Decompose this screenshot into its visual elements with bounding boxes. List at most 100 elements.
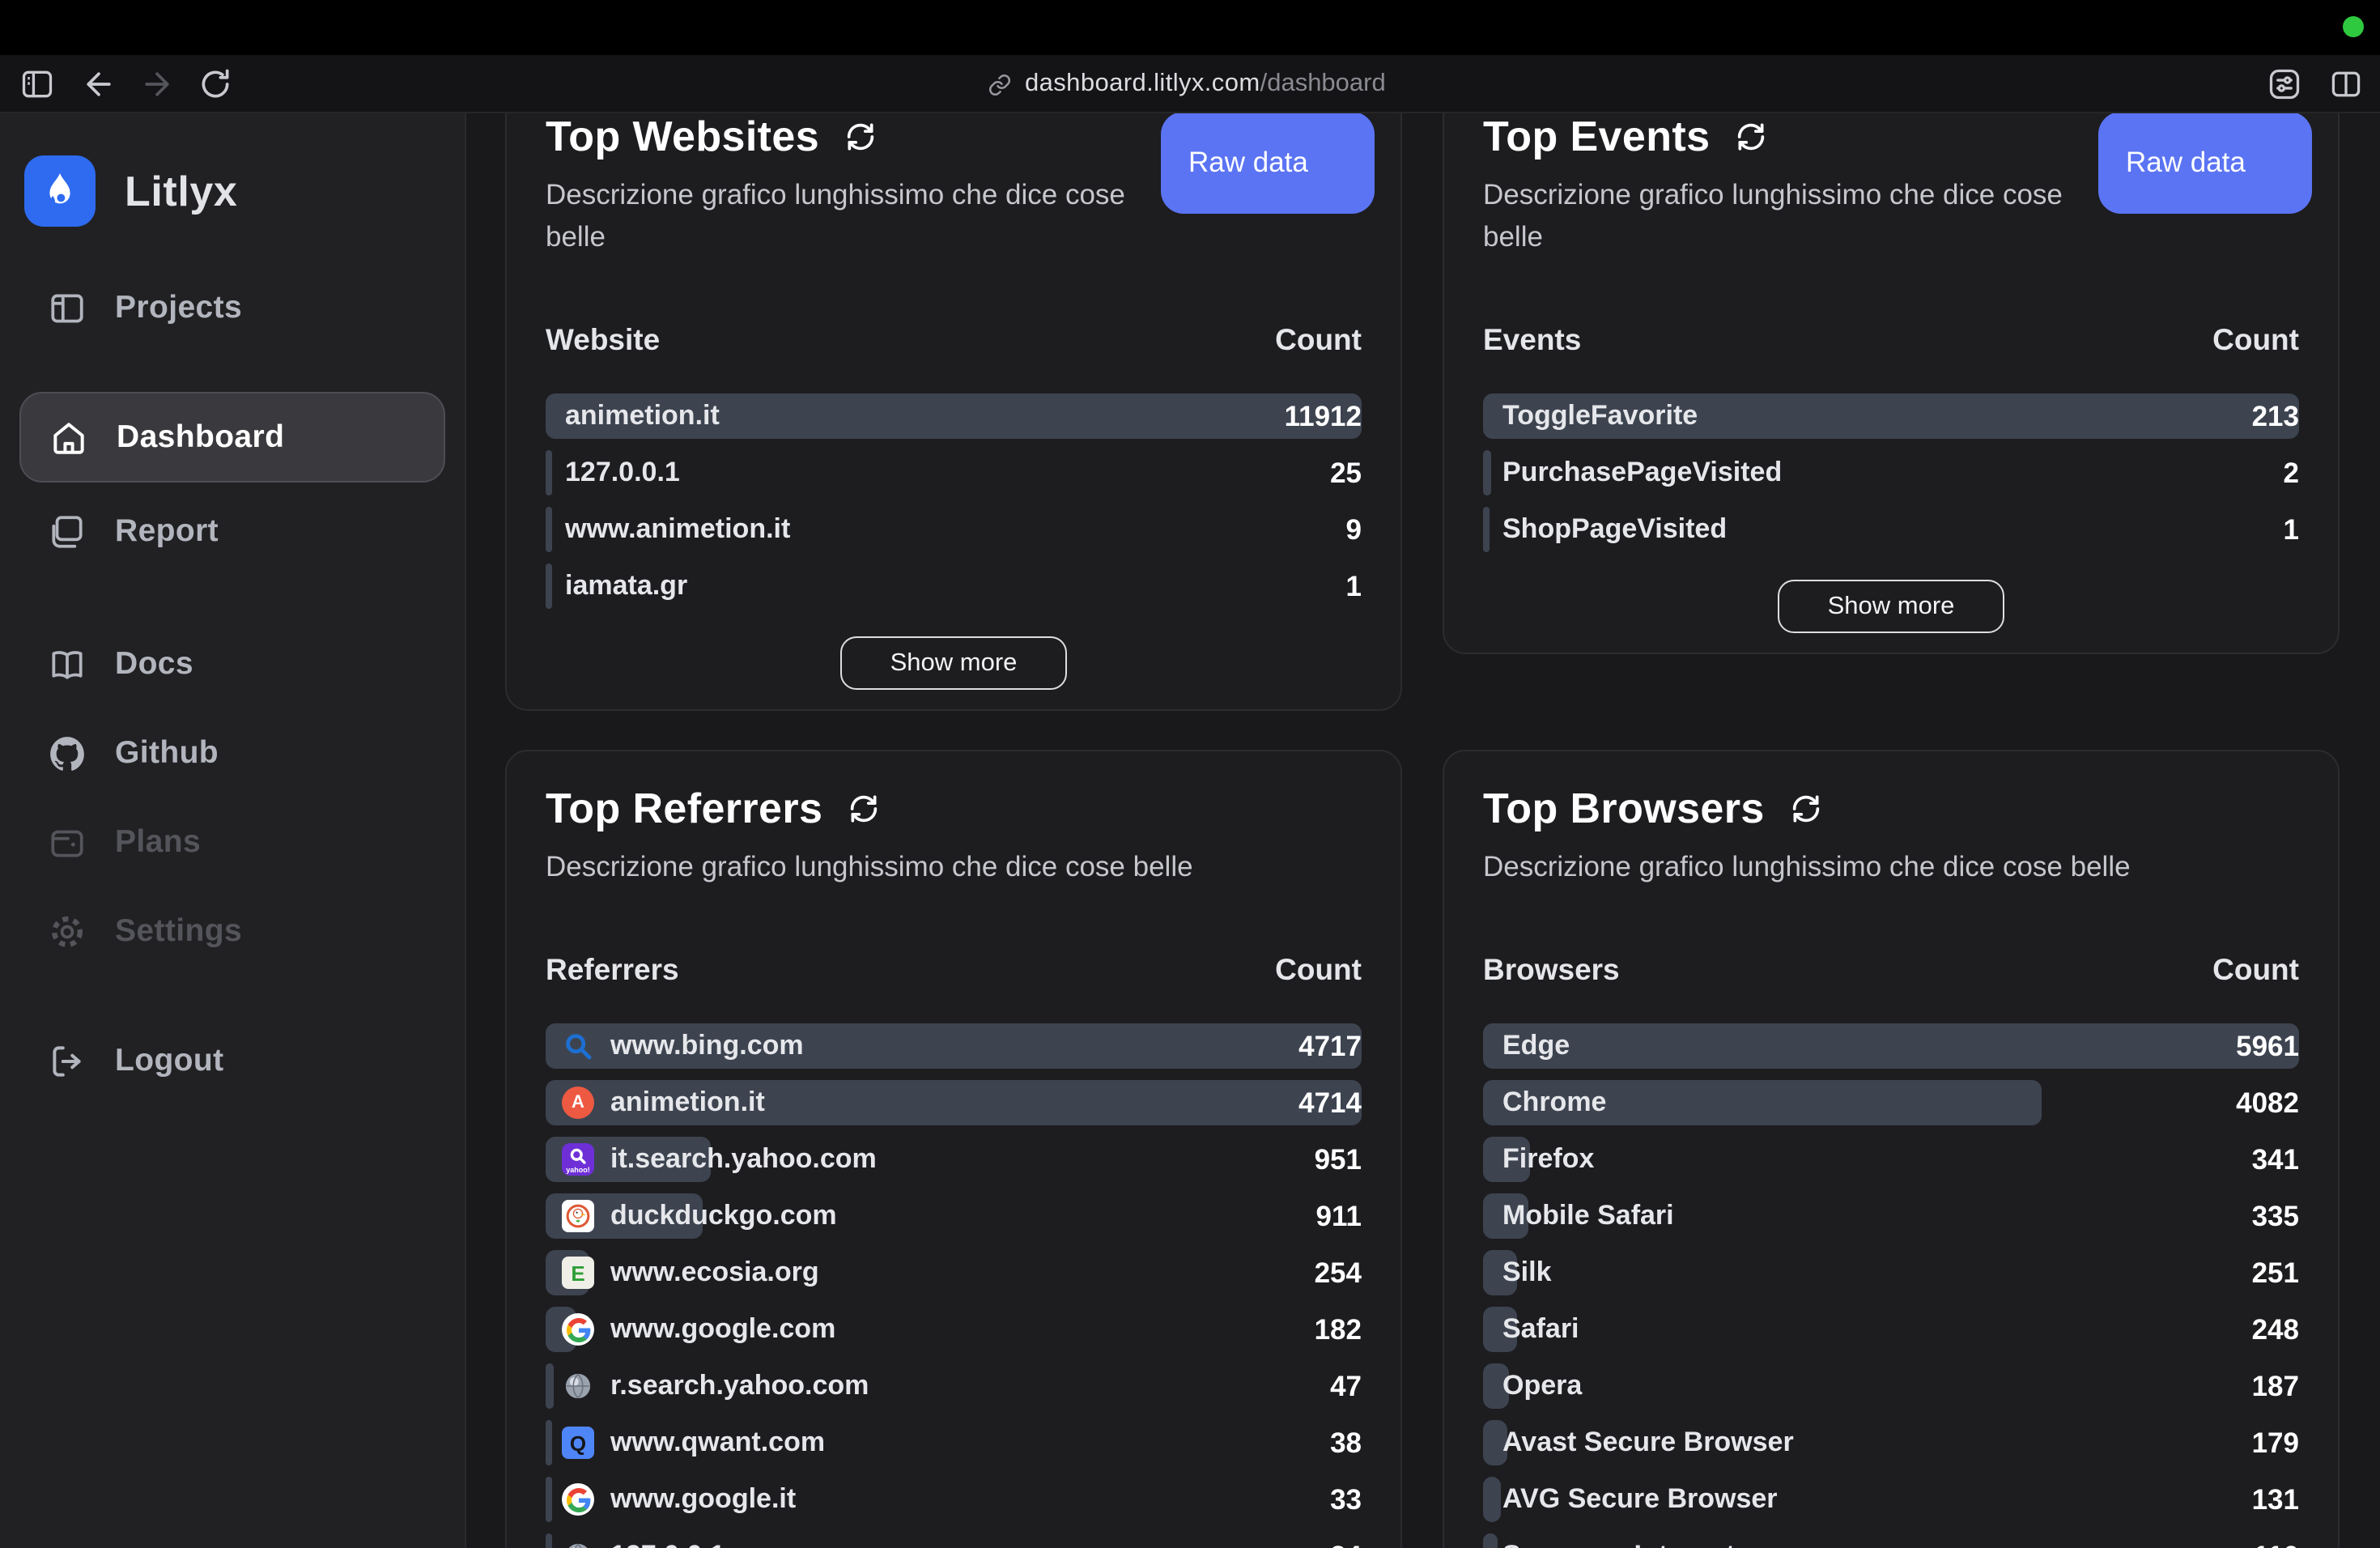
row-label: www.qwant.com bbox=[546, 1420, 825, 1465]
tune-icon[interactable] bbox=[2267, 66, 2302, 102]
sidebar-item-projects[interactable]: Projects bbox=[19, 262, 445, 353]
refresh-icon[interactable] bbox=[1734, 119, 1768, 153]
count-header: Count bbox=[1275, 322, 1362, 361]
table-row: yahoo!it.search.yahoo.com951 bbox=[546, 1137, 1362, 1182]
row-count: 213 bbox=[2252, 393, 2299, 439]
row-count: 110 bbox=[2254, 1533, 2299, 1548]
row-count: 9 bbox=[1346, 507, 1362, 552]
table-row: Qwww.qwant.com38 bbox=[546, 1420, 1362, 1465]
card-description: Descrizione grafico lunghissimo che dice… bbox=[546, 845, 1362, 887]
row-count: 4714 bbox=[1298, 1080, 1362, 1125]
screen: dashboard.litlyx.com/dashboard bbox=[0, 0, 2380, 1548]
row-label: www.ecosia.org bbox=[546, 1250, 819, 1295]
row-label: Silk bbox=[1483, 1250, 1552, 1295]
window-titlebar bbox=[0, 0, 2380, 55]
row-label: animetion.it bbox=[546, 1080, 765, 1125]
address-bar[interactable]: dashboard.litlyx.com/dashboard bbox=[988, 55, 1386, 113]
row-count: 4082 bbox=[2236, 1080, 2299, 1125]
table-row: PurchasePageVisited2 bbox=[1483, 450, 2299, 495]
reload-icon[interactable] bbox=[198, 66, 233, 102]
count-bar bbox=[1483, 1023, 2299, 1069]
row-count: 254 bbox=[1315, 1250, 1362, 1295]
projects-panel-icon bbox=[47, 287, 87, 328]
sidebar-item-docs[interactable]: Docs bbox=[19, 619, 445, 709]
sidebar-item-label: Settings bbox=[115, 912, 242, 950]
row-label: ShopPageVisited bbox=[1483, 507, 1727, 552]
sidebar: Litlyx Projects Dashboard bbox=[0, 113, 466, 1548]
refresh-icon[interactable] bbox=[844, 119, 878, 153]
split-view-icon[interactable] bbox=[2328, 66, 2364, 102]
brand-name: Litlyx bbox=[125, 166, 237, 216]
count-header: Count bbox=[1275, 952, 1362, 991]
row-label: duckduckgo.com bbox=[546, 1193, 837, 1239]
report-copy-icon bbox=[47, 511, 87, 551]
raw-data-button[interactable]: Raw data bbox=[1161, 113, 1375, 214]
row-label: 127.0.0.1 bbox=[546, 450, 680, 495]
flame-icon bbox=[37, 168, 83, 214]
row-count: 38 bbox=[1330, 1420, 1362, 1465]
wallet-icon bbox=[47, 822, 87, 862]
column-header: Website bbox=[546, 322, 660, 361]
table-row: Aanimetion.it4714 bbox=[546, 1080, 1362, 1125]
row-count: 248 bbox=[2252, 1307, 2299, 1352]
table-row: Safari 248 bbox=[1483, 1307, 2299, 1352]
refresh-icon[interactable] bbox=[1789, 791, 1823, 825]
home-icon bbox=[49, 417, 89, 457]
card-description: Descrizione grafico lunghissimo che dice… bbox=[1483, 173, 2127, 257]
refresh-icon[interactable] bbox=[847, 791, 881, 825]
raw-data-button[interactable]: Raw data bbox=[2098, 113, 2312, 214]
cards-grid: Top Websites Raw data Descrizione grafic… bbox=[505, 113, 2340, 1548]
sidebar-toggle-icon[interactable] bbox=[19, 66, 55, 102]
row-label: AVG Secure Browser bbox=[1483, 1477, 1778, 1522]
table-row: www.animetion.it 9 bbox=[546, 507, 1362, 552]
card-description: Descrizione grafico lunghissimo che dice… bbox=[1483, 845, 2299, 887]
row-label: it.search.yahoo.com bbox=[546, 1137, 877, 1182]
table-row: Opera187 bbox=[1483, 1363, 2299, 1409]
sidebar-item-logout[interactable]: Logout bbox=[19, 1015, 445, 1106]
row-count: 251 bbox=[2252, 1250, 2299, 1295]
row-label: r.search.yahoo.com bbox=[546, 1363, 869, 1409]
row-count: 911 bbox=[1316, 1193, 1362, 1239]
sidebar-item-plans[interactable]: Plans bbox=[19, 797, 445, 887]
back-icon[interactable] bbox=[81, 66, 117, 102]
github-icon bbox=[47, 733, 87, 773]
row-label: www.animetion.it bbox=[546, 507, 790, 552]
table-row: AVG Secure Browser131 bbox=[1483, 1477, 2299, 1522]
sidebar-item-label: Plans bbox=[115, 823, 201, 861]
row-label: ToggleFavorite bbox=[1483, 393, 1698, 439]
row-count: 1 bbox=[2284, 507, 2299, 552]
row-count: 341 bbox=[2252, 1137, 2299, 1182]
table-row: Avast Secure Browser179 bbox=[1483, 1420, 2299, 1465]
table-row: ShopPageVisited 1 bbox=[1483, 507, 2299, 552]
sidebar-item-dashboard[interactable]: Dashboard bbox=[19, 392, 445, 483]
table-row: Samsung Internet110 bbox=[1483, 1533, 2299, 1548]
litlyx-logo bbox=[24, 155, 96, 227]
table-row: Chrome4082 bbox=[1483, 1080, 2299, 1125]
column-header: Browsers bbox=[1483, 952, 1620, 991]
card-description: Descrizione grafico lunghissimo che dice… bbox=[546, 173, 1190, 257]
sidebar-item-settings[interactable]: Settings bbox=[19, 886, 445, 976]
row-count: 951 bbox=[1315, 1137, 1362, 1182]
table-row: 127.0.0.124 bbox=[546, 1533, 1362, 1548]
gear-icon bbox=[47, 911, 87, 951]
card-title: Top Websites bbox=[546, 113, 819, 161]
sidebar-item-label: Github bbox=[115, 734, 219, 772]
row-label: Opera bbox=[1483, 1363, 1582, 1409]
row-label: Edge bbox=[1483, 1023, 1570, 1069]
row-count: 33 bbox=[1330, 1477, 1362, 1522]
card-top-events: Top Events Raw data Descrizione grafico … bbox=[1443, 113, 2340, 654]
sidebar-item-label: Projects bbox=[115, 289, 242, 326]
brand: Litlyx bbox=[24, 155, 237, 227]
row-label: Safari bbox=[1483, 1307, 1579, 1352]
sidebar-item-github[interactable]: Github bbox=[19, 708, 445, 798]
show-more-button[interactable]: Show more bbox=[1778, 580, 2004, 633]
forward-icon[interactable] bbox=[139, 66, 175, 102]
table-row: Mobile Safari335 bbox=[1483, 1193, 2299, 1239]
sidebar-item-report[interactable]: Report bbox=[19, 486, 445, 576]
main-content: Top Websites Raw data Descrizione grafic… bbox=[466, 113, 2380, 1548]
row-count: 25 bbox=[1330, 450, 1362, 495]
link-icon bbox=[988, 72, 1012, 96]
row-count: 179 bbox=[2252, 1420, 2299, 1465]
table-row: Ewww.ecosia.org254 bbox=[546, 1250, 1362, 1295]
show-more-button[interactable]: Show more bbox=[840, 636, 1067, 690]
